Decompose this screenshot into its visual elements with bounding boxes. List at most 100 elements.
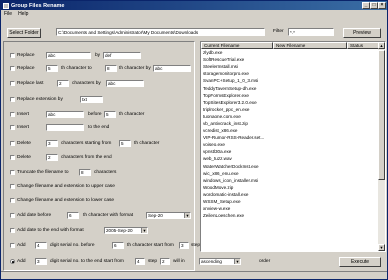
minimize-button[interactable]: _ — [362, 2, 370, 9]
replace-range-value-input[interactable]: abc — [153, 65, 191, 72]
preview-button[interactable]: Preview — [343, 28, 381, 38]
list-item[interactable]: web_tuzz.wav — [201, 155, 379, 162]
add-date-pos-input[interactable]: 6 — [67, 212, 79, 219]
list-item[interactable]: wordomatic-install.exe — [201, 191, 379, 198]
serial-end-order-select[interactable]: ascending ▼ — [199, 258, 241, 265]
chevron-down-icon[interactable]: ▼ — [184, 213, 190, 218]
list-item[interactable]: vpnstl30a.exe — [201, 148, 379, 155]
delete-end-count-input[interactable]: 2 — [46, 154, 58, 161]
date-end-format-select[interactable]: 2005-Sep-20 ▼ — [104, 227, 148, 234]
upper-case-checkbox[interactable] — [10, 184, 15, 189]
scroll-thumb[interactable] — [378, 50, 385, 180]
replace-from-input[interactable]: abc — [46, 52, 91, 59]
delete-end-checkbox[interactable] — [10, 155, 15, 160]
list-item[interactable]: SvanPC+Setup_1_0_3.msi — [201, 77, 379, 84]
list-item[interactable]: WoodMove.zip — [201, 184, 379, 191]
insert-end-label: Insert — [17, 125, 29, 130]
column-new-filename[interactable]: New Filename — [273, 42, 347, 49]
replace-end-input[interactable]: 8 — [105, 65, 117, 72]
insert-end-checkbox[interactable] — [10, 125, 15, 130]
window-title: Group Files Rename — [11, 2, 65, 9]
delete-count-input[interactable]: 3 — [46, 140, 58, 147]
chars-from-end-label: characters from the end — [61, 155, 112, 160]
add-serial-end-radio[interactable] — [10, 259, 15, 264]
replace-start-input[interactable]: 5 — [46, 65, 58, 72]
date-format-select[interactable]: Sep-20 ▼ — [146, 212, 191, 219]
add-date-before-checkbox[interactable] — [10, 213, 15, 218]
menu-bar: File Help — [1, 10, 387, 18]
add-date-end-checkbox[interactable] — [10, 228, 15, 233]
list-item[interactable]: SoftRescueTrial.exe — [201, 56, 379, 63]
serial-end-digits-input[interactable]: 3 — [35, 258, 47, 265]
replace-to-input[interactable]: def — [103, 52, 141, 59]
close-button[interactable]: × — [378, 2, 386, 9]
replace-checkbox[interactable] — [10, 53, 15, 58]
serial-start-input[interactable]: 3 — [179, 242, 189, 249]
scroll-up-icon[interactable]: ▲ — [378, 42, 385, 49]
execute-button[interactable]: Execute — [339, 257, 381, 267]
replace-last-label: Replace last — [17, 81, 44, 86]
menu-file[interactable]: File — [4, 11, 12, 17]
list-item[interactable]: SteelerInstall.msi — [201, 63, 379, 70]
vertical-scrollbar[interactable]: ▲ ▼ — [378, 42, 385, 251]
replace-range-checkbox[interactable] — [10, 66, 15, 71]
insert-before-checkbox[interactable] — [10, 112, 15, 117]
delete-th-char-label: th character — [134, 141, 160, 146]
title-bar[interactable]: Group Files Rename _ □ × — [1, 1, 387, 10]
chevron-down-icon[interactable]: ▼ — [141, 228, 147, 233]
list-item[interactable]: zlydb.exe — [201, 49, 379, 56]
folder-path-field[interactable]: C:\Documents and Settings\Administrator\… — [56, 28, 265, 36]
truncate-count-input[interactable]: 8 — [79, 169, 91, 176]
list-item[interactable]: TopSitesExplorer3.2.0.exe — [201, 99, 379, 106]
list-item[interactable]: TeddyTavernSetup-dh.exe — [201, 84, 379, 91]
add-serial-before-checkbox[interactable] — [10, 243, 15, 248]
replace-last-checkbox[interactable] — [10, 81, 15, 86]
maximize-button[interactable]: □ — [370, 2, 378, 9]
replace-extension-checkbox[interactable] — [10, 97, 15, 102]
delete-pos-input[interactable]: 5 — [119, 140, 131, 147]
serial-end-start-input[interactable]: 4 — [135, 258, 145, 265]
truncate-checkbox[interactable] — [10, 170, 15, 175]
insert-value-input[interactable]: abc — [46, 111, 84, 118]
delete-from-checkbox[interactable] — [10, 141, 15, 146]
list-item[interactable]: WaterWatcherDockInst.exe — [201, 163, 379, 170]
replace-last-count-input[interactable]: 2 — [57, 80, 69, 87]
list-item[interactable]: vcredist_x86.exe — [201, 127, 379, 134]
chevron-down-icon[interactable]: ▼ — [234, 259, 240, 264]
list-item[interactable]: wic_x86_enu.exe — [201, 170, 379, 177]
order-end-label: order — [259, 259, 271, 264]
th-char-start-label: th character start from — [127, 243, 174, 248]
list-item[interactable]: ZeilenLoeschen.exe — [201, 212, 379, 219]
column-current-filename[interactable]: Current Filename — [201, 42, 273, 49]
replace-label: Replace — [17, 53, 35, 58]
delete-end-label: Delete — [17, 155, 31, 160]
list-item[interactable]: tuonaone.com.exe — [201, 113, 379, 120]
truncate-chars-label: characters — [94, 170, 117, 175]
serial-digits-input[interactable]: 4 — [35, 242, 47, 249]
digit-serial-end-label: digit serial no. to the end start from — [50, 259, 124, 264]
replace-extension-input[interactable]: txt — [80, 96, 103, 103]
list-item[interactable]: TopFormsExplorer.exe — [201, 92, 379, 99]
list-item[interactable]: storagemonitorpro.exe — [201, 70, 379, 77]
list-item[interactable]: WSSM_Setup.exe — [201, 198, 379, 205]
menu-help[interactable]: Help — [18, 11, 28, 17]
column-status[interactable]: Status — [347, 42, 379, 49]
list-item[interactable]: voiseo.exe — [201, 141, 379, 148]
replace-last-value-input[interactable]: abc — [106, 80, 144, 87]
list-item[interactable]: vb_antivcrack_inst.zip — [201, 120, 379, 127]
scroll-down-icon[interactable]: ▼ — [378, 244, 385, 251]
serial-end-step-input[interactable]: 2 — [160, 258, 170, 265]
insert-end-input[interactable] — [46, 124, 84, 131]
select-folder-button[interactable]: Select Folder — [7, 28, 41, 38]
serial-pos-input[interactable]: 6 — [112, 242, 124, 249]
upper-case-label: Change filename and extension to upper c… — [17, 184, 115, 189]
file-list[interactable]: Current Filename New Filename Status zly… — [200, 41, 386, 252]
file-list-rows: zlydb.exe SoftRescueTrial.exe SteelerInsta… — [201, 49, 379, 219]
list-item[interactable]: windows_icon_installer.msi — [201, 177, 379, 184]
list-item[interactable]: VIP-Rumor-RSS-Reader.set... — [201, 134, 379, 141]
insert-pos-input[interactable]: 5 — [104, 111, 116, 118]
filter-input[interactable]: *.* — [288, 28, 334, 36]
list-item[interactable]: xnview-w.exe — [201, 205, 379, 212]
list-item[interactable]: triplrocker_ppc_en.exe — [201, 106, 379, 113]
lower-case-checkbox[interactable] — [10, 198, 15, 203]
